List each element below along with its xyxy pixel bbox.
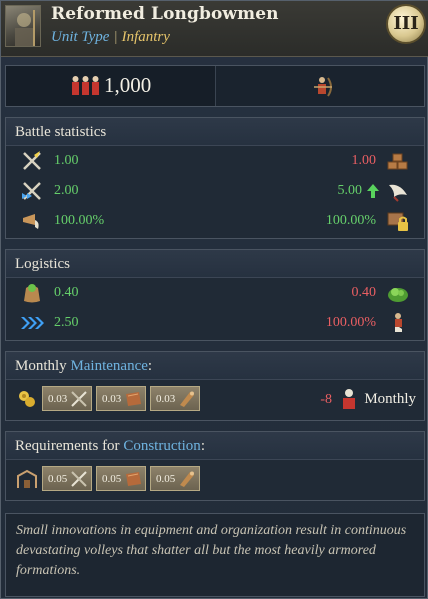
attrition-value: 100.00% <box>325 315 376 330</box>
discipline-value: 100.00% <box>325 213 376 228</box>
soldiers-icon <box>72 76 99 95</box>
food-sack-icon[interactable] <box>20 281 44 305</box>
maintenance-weapons-value: 0.03 <box>48 393 68 405</box>
construction-leather-value: 0.05 <box>102 473 122 485</box>
workshop-icon <box>17 469 37 488</box>
green-supply-icon[interactable] <box>386 281 410 305</box>
manpower-cell: 1,000 <box>6 66 216 106</box>
construction-weapons-value: 0.05 <box>48 473 68 485</box>
construction-title-suffix: : <box>200 438 205 454</box>
maintenance-wood-value: 0.03 <box>156 393 176 405</box>
maintenance-title-suffix: : <box>147 358 153 374</box>
leather-icon <box>126 392 141 406</box>
crossed-swords-icon[interactable] <box>20 149 44 173</box>
wing-icon[interactable] <box>386 179 410 203</box>
ranged-value: 5.00 <box>337 183 363 198</box>
tier-badge: III <box>386 4 426 44</box>
unit-tooltip-panel: Reformed Longbowmen Unit Type | Infantry I… <box>0 0 428 599</box>
logistics-row-1: 0.40 0.40 <box>6 278 424 308</box>
soldier-boot-icon[interactable] <box>386 311 410 335</box>
manpower-value: 1,000 <box>104 73 152 97</box>
construction-link[interactable]: Construction <box>123 438 201 454</box>
melee-attack-value: 1.00 <box>54 153 79 168</box>
construction-cost-weapons[interactable]: 0.05 <box>42 466 92 491</box>
logistics-title: Logistics <box>6 250 424 278</box>
maintenance-cost-leather[interactable]: 0.03 <box>96 386 146 411</box>
archer-unit-icon <box>314 77 332 97</box>
maintenance-leather-value: 0.03 <box>102 393 122 405</box>
wood-icon <box>180 471 194 487</box>
unit-portrait <box>5 5 41 47</box>
charge-swords-icon[interactable] <box>20 179 44 203</box>
food-storage-value: 0.40 <box>351 285 377 300</box>
wood-icon <box>180 391 194 407</box>
battle-statistics-title: Battle statistics <box>6 118 424 146</box>
construction-title: Requirements for Construction: <box>6 432 424 460</box>
unit-type-separator: | <box>113 29 118 45</box>
construction-cost-wood[interactable]: 0.05 <box>150 466 200 491</box>
unit-type-label[interactable]: Unit Type <box>51 29 109 45</box>
battle-row-1: 1.00 1.00 <box>6 146 424 176</box>
unit-name: Reformed Longbowmen <box>51 4 279 24</box>
construction-title-prefix: Requirements for <box>15 438 124 454</box>
battle-statistics-section: Battle statistics 1.00 1.00 2.00 5.00 10… <box>5 117 425 239</box>
unit-description: Small innovations in equipment and organ… <box>5 513 425 597</box>
bricks-icon[interactable] <box>386 149 410 173</box>
movement-speed-value: 2.50 <box>54 315 79 330</box>
battle-row-2: 2.00 5.00 <box>6 176 424 206</box>
blue-chevrons-icon[interactable] <box>20 311 44 335</box>
battle-row-3: 100.00% 100.00% <box>6 206 424 236</box>
unit-header: Reformed Longbowmen Unit Type | Infantry I… <box>1 1 428 57</box>
manpower-box: 1,000 <box>5 65 425 107</box>
gold-coins-icon <box>19 391 35 407</box>
food-consumption-value: 0.40 <box>54 285 79 300</box>
charge-value: 2.00 <box>54 183 79 198</box>
lock-crate-icon[interactable] <box>386 209 410 233</box>
weapons-icon <box>71 391 87 407</box>
maintenance-title-prefix: Monthly <box>15 358 71 374</box>
leather-icon <box>126 472 141 486</box>
maintenance-section: Monthly Maintenance: 0.03 0.03 0.03 -8 M… <box>5 351 425 421</box>
morale-horn-icon[interactable] <box>20 209 44 233</box>
logistics-section: Logistics 0.40 0.40 2.50 100.00% <box>5 249 425 341</box>
construction-wood-value: 0.05 <box>156 473 176 485</box>
maintenance-cost-weapons[interactable]: 0.03 <box>42 386 92 411</box>
construction-cost-leather[interactable]: 0.05 <box>96 466 146 491</box>
maintenance-link[interactable]: Maintenance <box>70 358 147 374</box>
maintenance-title: Monthly Maintenance: <box>6 352 424 380</box>
maintenance-cost-row: 0.03 0.03 0.03 -8 Monthly <box>6 380 424 420</box>
melee-defense-value: 1.00 <box>351 153 377 168</box>
morale-value: 100.00% <box>54 213 105 228</box>
green-up-arrow-icon <box>367 184 379 198</box>
upkeep-label: Monthly <box>364 391 416 407</box>
maintenance-cost-wood[interactable]: 0.03 <box>150 386 200 411</box>
construction-section: Requirements for Construction: 0.05 0.05… <box>5 431 425 501</box>
unit-type-value: Infantry <box>121 29 170 45</box>
upkeep-value: -8 <box>320 392 332 407</box>
logistics-row-2: 2.50 100.00% <box>6 308 424 338</box>
construction-cost-row: 0.05 0.05 0.05 <box>6 460 424 500</box>
manpower-upkeep-icon <box>343 389 355 409</box>
unit-type-line: Unit Type | Infantry <box>51 29 170 46</box>
weapons-icon <box>71 471 87 487</box>
